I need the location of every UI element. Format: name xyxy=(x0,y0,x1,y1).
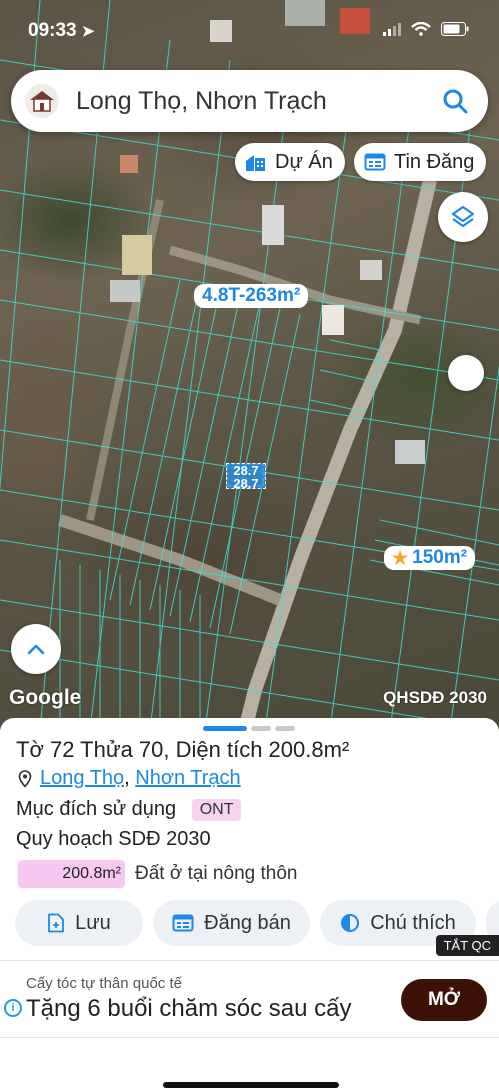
wifi-icon xyxy=(411,22,431,36)
legend-label: Chú thích xyxy=(370,911,456,934)
planning-area-bar: 200.8m² xyxy=(18,860,125,888)
district-link[interactable]: Nhơn Trạch xyxy=(135,767,240,789)
ad-open-button[interactable]: MỞ xyxy=(401,979,487,1021)
featured-area-text: 150m² xyxy=(412,547,468,568)
parcel-label-line-2: 28.7 xyxy=(233,476,259,491)
cellular-signal-icon xyxy=(383,22,401,36)
app-logo-icon xyxy=(25,84,59,118)
listings-chip[interactable]: Tin Đăng xyxy=(354,143,487,181)
location-separator: , xyxy=(124,767,136,789)
action-buttons: Lưu Đăng bán Chú thích xyxy=(15,900,499,946)
clock: 09:33 xyxy=(28,20,77,41)
land-use-label: Mục đích sử dụng xyxy=(16,798,177,820)
status-time: 09:33 ➤ xyxy=(28,20,94,42)
location-arrow-icon: ➤ xyxy=(81,23,95,40)
ad-banner[interactable]: i Cấy tóc tự thân quốc tế Tặng 6 buổi ch… xyxy=(0,960,499,1038)
contrast-icon xyxy=(341,914,360,932)
pager-dot xyxy=(275,726,295,731)
add-file-icon xyxy=(48,913,65,933)
status-bar: 09:33 ➤ xyxy=(0,0,499,60)
parcel-info-sheet: Tờ 72 Thửa 70, Diện tích 200.8m² Long Th… xyxy=(0,718,499,1088)
location-pin-icon xyxy=(18,769,32,788)
save-label: Lưu xyxy=(75,911,111,934)
layers-icon xyxy=(451,205,475,228)
selected-parcel-label[interactable]: 28.7 28.7 xyxy=(226,463,266,491)
layers-button[interactable] xyxy=(438,192,488,242)
search-bar[interactable]: Long Thọ, Nhơn Trạch xyxy=(11,70,488,132)
search-query[interactable]: Long Thọ, Nhơn Trạch xyxy=(76,87,440,116)
save-button[interactable]: Lưu xyxy=(15,900,143,946)
listing-icon xyxy=(172,914,194,932)
featured-listing-label[interactable]: ★ 150m² xyxy=(384,546,476,570)
projects-chip[interactable]: Dự Án xyxy=(235,143,345,181)
close-ads-button[interactable]: TẮT QC xyxy=(435,935,499,956)
post-sale-button[interactable]: Đăng bán xyxy=(153,900,310,946)
planning-area-row: 200.8m² Đất ở tại nông thôn xyxy=(18,860,297,888)
star-icon: ★ xyxy=(392,547,409,568)
projects-chip-label: Dự Án xyxy=(275,150,333,173)
expand-up-button[interactable] xyxy=(11,624,61,674)
map-control-dot[interactable] xyxy=(448,355,484,391)
ad-headline: Tặng 6 buổi chăm sóc sau cấy xyxy=(26,995,352,1022)
listings-icon xyxy=(364,153,386,171)
planning-label: Quy hoạch SDĐ 2030 xyxy=(16,828,211,850)
ward-link[interactable]: Long Thọ xyxy=(40,767,124,789)
google-logo: Google xyxy=(9,686,82,709)
ad-info-icon[interactable]: i xyxy=(4,999,22,1017)
search-icon xyxy=(443,89,468,114)
listings-chip-label: Tin Đăng xyxy=(394,150,475,173)
search-button[interactable] xyxy=(440,86,470,116)
land-use-row: Mục đích sử dụng ONT xyxy=(16,798,242,821)
parcel-title: Tờ 72 Thửa 70, Diện tích 200.8m² xyxy=(16,737,350,762)
land-use-code-badge: ONT xyxy=(191,798,242,821)
battery-icon xyxy=(441,22,469,36)
status-icons xyxy=(383,22,469,36)
parcel-location: Long Thọ, Nhơn Trạch xyxy=(18,767,241,790)
map-view[interactable]: 09:33 ➤ Long Thọ, Nhơn Trạch Dự Án Tin Đ… xyxy=(0,0,499,730)
planning-area-desc: Đất ở tại nông thôn xyxy=(135,863,298,884)
sheet-pager[interactable] xyxy=(203,726,295,731)
home-indicator[interactable] xyxy=(163,1082,339,1088)
chevron-up-icon xyxy=(27,644,45,655)
city-icon xyxy=(246,155,265,171)
post-sale-label: Đăng bán xyxy=(204,911,291,934)
pager-dot xyxy=(251,726,271,731)
lot-area-label[interactable]: 4.8T-263m² xyxy=(194,284,309,308)
active-layer-name: QHSDĐ 2030 xyxy=(383,688,487,707)
ad-sponsor: Cấy tóc tự thân quốc tế xyxy=(26,975,182,992)
pager-dot-active xyxy=(203,726,247,731)
